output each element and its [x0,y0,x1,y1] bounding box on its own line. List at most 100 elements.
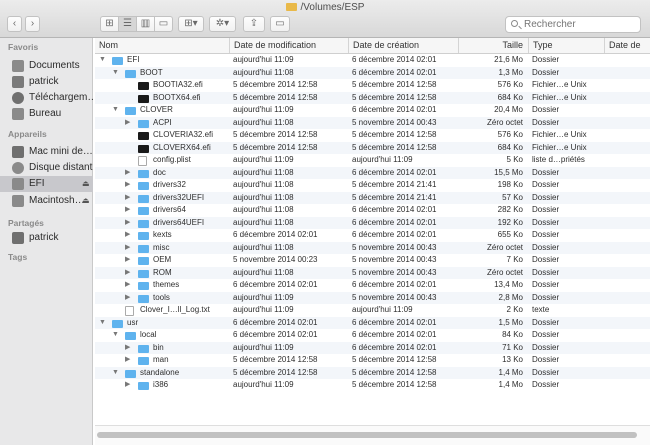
file-name: drivers32UEFI [153,192,205,202]
back-button[interactable]: ‹ [7,16,22,32]
sidebar-section-favoris: Favoris [8,42,39,52]
table-row[interactable]: config.plist aujourd'hui 11:09 aujourd'hui… [95,154,650,167]
search-input[interactable] [524,18,634,31]
table-row[interactable]: ▶ drivers32 aujourd'hui 11:08 5 décembre 20… [95,179,650,192]
table-row[interactable]: ▶ bin aujourd'hui 11:09 6 décembre 2014 02:… [95,341,650,355]
icon-view-button[interactable]: ⊞ [100,16,119,32]
tags-button[interactable]: ▭ [270,16,290,32]
table-row[interactable]: ▶ doc aujourd'hui 11:08 6 décembre 2014 02:… [95,166,650,180]
disclosure-closed-icon[interactable]: ▶ [125,379,130,392]
file-name: i386 [153,380,169,389]
sidebar-item[interactable]: Bureau [0,106,93,122]
modified-cell: 5 décembre 2014 12:58 [233,80,318,89]
modified-cell: 5 décembre 2014 12:58 [233,355,318,364]
disclosure-closed-icon[interactable]: ▶ [125,279,130,292]
table-row[interactable]: CLOVERX64.efi 5 décembre 2014 12:58 5 déce… [95,141,650,155]
sidebar-item[interactable]: EFI ⏏ [0,176,93,192]
disclosure-closed-icon[interactable]: ▶ [125,292,130,305]
eject-icon[interactable]: ⏏ [82,193,90,209]
table-row[interactable]: ▼ standalone 5 décembre 2014 12:58 5 décemb… [95,366,650,380]
column-view-button[interactable]: ▥ [136,16,155,32]
table-row[interactable]: ▼ usr 6 décembre 2014 02:01 6 décembre 2014… [95,316,650,330]
disclosure-closed-icon[interactable]: ▶ [125,254,130,267]
table-row[interactable]: ▶ ACPI aujourd'hui 11:08 5 novembre 2014 00… [95,116,650,130]
disclosure-closed-icon[interactable]: ▶ [125,267,130,280]
disclosure-closed-icon[interactable]: ▶ [125,229,130,242]
disclosure-open-icon[interactable]: ▼ [112,104,119,117]
name-cell: ▶ drivers32UEFI [95,192,229,205]
name-cell: ▼ usr [95,317,229,330]
scrollbar-thumb[interactable] [97,432,637,438]
column-header-created[interactable]: Date de création [348,38,458,53]
column-header-name[interactable]: Nom [95,38,229,53]
document-icon [138,156,147,166]
computer-icon [12,146,24,158]
disclosure-closed-icon[interactable]: ▶ [125,167,130,180]
action-button[interactable]: ✲▾ [209,16,236,32]
disclosure-closed-icon[interactable]: ▶ [125,217,130,230]
table-row[interactable]: BOOTIA32.efi 5 décembre 2014 12:58 5 décem… [95,79,650,92]
table-row[interactable]: CLOVERIA32.efi 5 décembre 2014 12:58 5 déc… [95,129,650,142]
sidebar-item[interactable]: Disque distant [0,160,93,176]
name-cell: CLOVERX64.efi [95,142,229,155]
disclosure-closed-icon[interactable]: ▶ [125,192,130,205]
search-field[interactable] [505,16,641,33]
folder-icon [138,119,149,128]
forward-button[interactable]: › [25,16,40,32]
table-row[interactable]: Clover_I…ll_Log.txt aujourd'hui 11:09 aujo… [95,304,650,317]
table-row[interactable]: ▶ i386 aujourd'hui 11:09 5 décembre 2014 12… [95,379,650,392]
table-row[interactable]: ▶ drivers64UEFI aujourd'hui 11:08 6 décembr… [95,216,650,230]
disclosure-closed-icon[interactable]: ▶ [125,204,130,217]
sidebar-item[interactable]: Documents [0,58,93,74]
table-row[interactable]: ▶ ROM aujourd'hui 11:08 5 novembre 2014 00:… [95,266,650,280]
column-header-kind[interactable]: Type [528,38,604,53]
table-row[interactable]: ▶ tools aujourd'hui 11:09 5 novembre 2014 0… [95,291,650,305]
sidebar-item[interactable]: Téléchargem… [0,90,97,106]
table-row[interactable]: ▼ EFI aujourd'hui 11:09 6 décembre 2014 02:… [95,54,650,67]
table-row[interactable]: ▶ themes 6 décembre 2014 02:01 6 décembre 2… [95,279,650,292]
table-row[interactable]: ▼ CLOVER aujourd'hui 11:09 6 décembre 2014 … [95,104,650,117]
sidebar-item[interactable]: patrick [0,230,93,246]
table-row[interactable]: ▶ drivers64 aujourd'hui 11:08 6 décembre 20… [95,204,650,217]
disclosure-open-icon[interactable]: ▼ [112,367,119,380]
table-row[interactable]: ▶ kexts 6 décembre 2014 02:01 6 décembre 20… [95,229,650,242]
disclosure-closed-icon[interactable]: ▶ [125,354,130,367]
kind-cell: Dossier [532,205,560,214]
table-row[interactable]: ▶ man 5 décembre 2014 12:58 5 décembre 2014… [95,354,650,367]
coverflow-view-button[interactable]: ▭ [154,16,173,32]
table-row[interactable]: BOOTX64.efi 5 décembre 2014 12:58 5 décemb… [95,91,650,104]
sidebar-item[interactable]: Macintosh… ⏏ [0,193,93,209]
table-row[interactable]: ▼ local 6 décembre 2014 02:01 6 décembre 20… [95,329,650,342]
disclosure-open-icon[interactable]: ▼ [99,54,106,67]
modified-cell: aujourd'hui 11:09 [233,155,294,164]
sidebar-item[interactable]: patrick [0,74,93,90]
created-cell: 6 décembre 2014 02:01 [352,342,437,352]
file-name: Clover_I…ll_Log.txt [140,305,210,314]
size-cell: 576 Ko [497,80,523,89]
column-header-size[interactable]: Taille [458,38,528,53]
table-row[interactable]: ▶ drivers32UEFI aujourd'hui 11:08 5 décembr… [95,191,650,205]
list-view-button[interactable]: ☰ [118,16,137,32]
share-button[interactable]: ⇪ [243,16,265,32]
table-row[interactable]: ▶ misc aujourd'hui 11:08 5 novembre 2014 00… [95,241,650,255]
column-header-modified[interactable]: Date de modification [229,38,348,53]
disclosure-closed-icon[interactable]: ▶ [125,342,130,355]
horizontal-scrollbar[interactable] [95,425,650,445]
folder-icon [138,257,149,265]
disclosure-open-icon[interactable]: ▼ [112,329,119,342]
table-row[interactable]: ▶ OEM 5 novembre 2014 00:23 5 novembre 2014… [95,254,650,267]
disclosure-open-icon[interactable]: ▼ [112,67,119,80]
sidebar-item[interactable]: Mac mini de… [0,144,93,160]
eject-icon[interactable]: ⏏ [82,176,90,192]
table-row[interactable]: ▼ BOOT aujourd'hui 11:08 6 décembre 2014 02… [95,66,650,80]
name-cell: BOOTIA32.efi [95,79,229,92]
disclosure-open-icon[interactable]: ▼ [99,317,106,330]
disclosure-closed-icon[interactable]: ▶ [125,242,130,255]
column-header-added[interactable]: Date de [604,38,650,53]
modified-cell: aujourd'hui 11:09 [233,292,294,302]
disclosure-closed-icon[interactable]: ▶ [125,117,130,130]
kind-cell: Dossier [532,280,560,289]
arrange-button[interactable]: ⊞▾ [178,16,204,32]
disclosure-closed-icon[interactable]: ▶ [125,179,130,192]
kind-cell: Dossier [532,192,560,202]
